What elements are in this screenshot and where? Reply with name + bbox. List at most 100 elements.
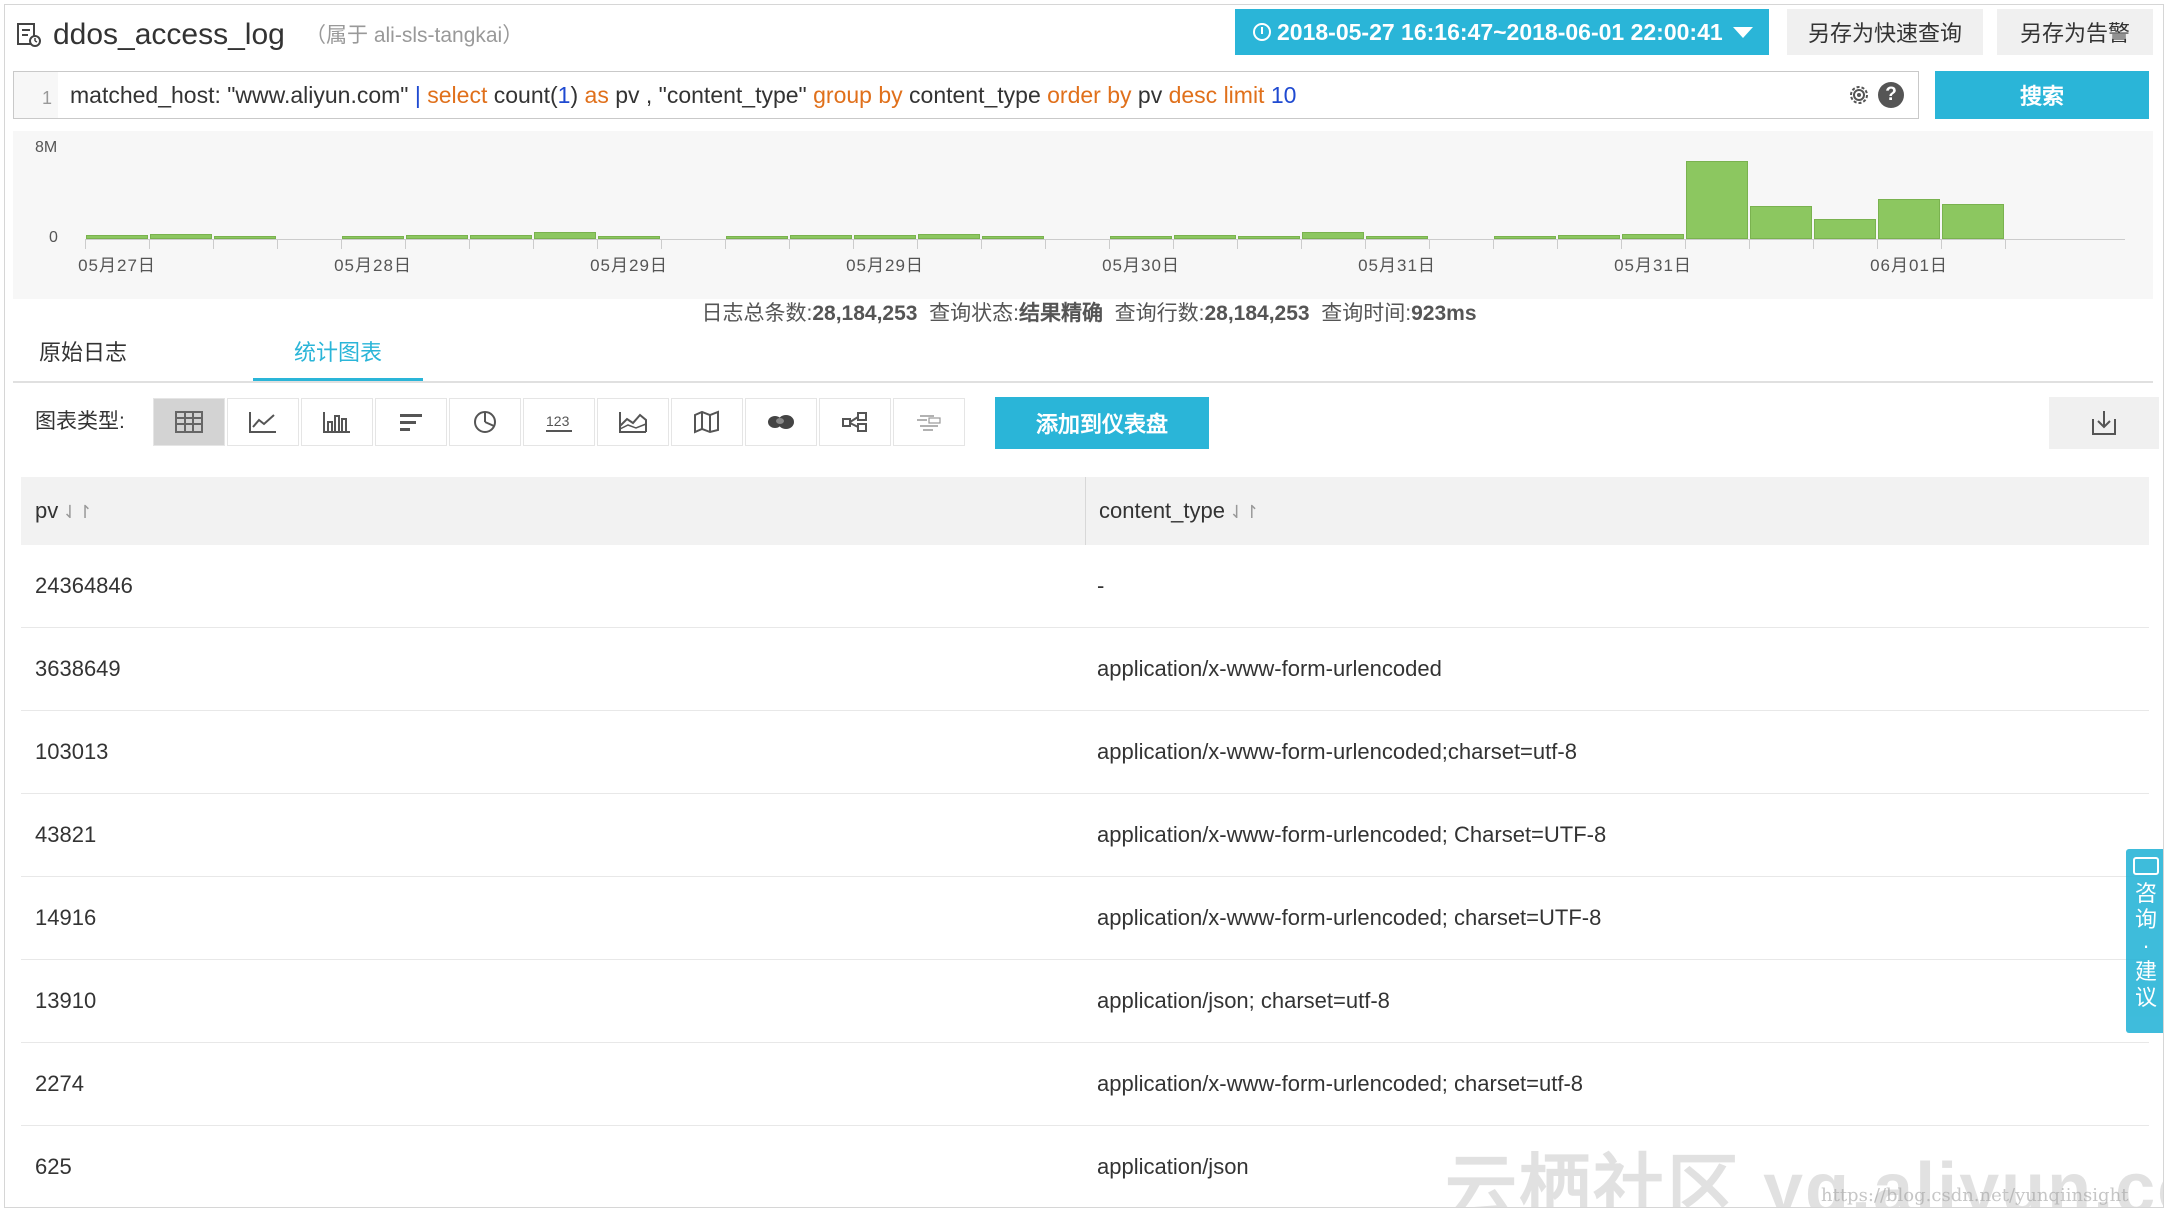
horizontal-bar-icon[interactable] xyxy=(375,398,447,446)
number-icon[interactable]: 123 xyxy=(523,398,595,446)
histogram-bar[interactable] xyxy=(534,232,596,239)
x-tick xyxy=(725,239,726,249)
flow-graph-icon[interactable] xyxy=(819,398,891,446)
x-tick xyxy=(1493,239,1494,249)
cell-content-type: application/x-www-form-urlencoded; chars… xyxy=(1097,1071,1584,1096)
histogram-bar[interactable] xyxy=(1366,236,1428,239)
svg-text:123: 123 xyxy=(546,413,570,429)
histogram-bar[interactable] xyxy=(1878,199,1940,239)
x-axis-line xyxy=(85,239,2125,240)
histogram-bar[interactable] xyxy=(918,234,980,239)
logstore-icon xyxy=(17,23,41,47)
x-tick xyxy=(1877,239,1878,249)
histogram-bar[interactable] xyxy=(790,235,852,239)
time-range-picker[interactable]: 2018-05-27 16:16:47~2018-06-01 22:00:41 xyxy=(1235,9,1769,55)
cell-pv: 43821 xyxy=(35,822,97,847)
column-header-pv[interactable]: pv ⇃↾ xyxy=(35,477,92,545)
cell-pv: 13910 xyxy=(35,988,97,1013)
query-status: 结果精确 xyxy=(1018,302,1103,325)
x-tick xyxy=(1301,239,1302,249)
word-cloud-icon[interactable] xyxy=(893,398,965,446)
download-icon xyxy=(2092,411,2116,435)
histogram-bar[interactable] xyxy=(1174,235,1236,239)
histogram-bar[interactable] xyxy=(982,236,1044,239)
histogram-bar[interactable] xyxy=(1750,206,1812,239)
x-tick xyxy=(213,239,214,249)
cell-pv: 14916 xyxy=(35,905,97,930)
histogram-bar[interactable] xyxy=(598,236,660,239)
histogram-bar[interactable] xyxy=(1302,232,1364,239)
bar-chart-icon[interactable] xyxy=(301,398,373,446)
histogram-bar[interactable] xyxy=(854,235,916,239)
query-text[interactable]: matched_host: "www.aliyun.com" | select … xyxy=(70,72,1296,118)
help-icon[interactable]: ? xyxy=(1878,82,1904,108)
cell-content-type: application/json; charset=utf-8 xyxy=(1097,988,1390,1013)
area-chart-icon[interactable] xyxy=(597,398,669,446)
cell-content-type: application/x-www-form-urlencoded xyxy=(1097,656,1442,681)
line-chart-icon[interactable] xyxy=(227,398,299,446)
x-axis-label: 06月01日 xyxy=(1870,256,1948,275)
histogram-bar[interactable] xyxy=(1686,161,1748,239)
tab-statistics[interactable]: 统计图表 xyxy=(253,325,423,381)
x-tick xyxy=(1557,239,1558,249)
table-header: pv ⇃↾ content_type ⇃↾ xyxy=(21,477,2149,545)
histogram-bar[interactable] xyxy=(150,234,212,239)
time-range-text: 2018-05-27 16:16:47~2018-06-01 22:00:41 xyxy=(1277,18,1723,45)
table-icon[interactable] xyxy=(153,398,225,446)
map-icon[interactable] xyxy=(671,398,743,446)
table-row: 3638649 application/x-www-form-urlencoded xyxy=(21,628,2149,711)
cell-pv: 24364846 xyxy=(35,573,133,598)
chart-type-toolbar: 图表类型: 123 添加到仪表盘 xyxy=(13,395,2159,453)
x-tick xyxy=(277,239,278,249)
add-to-dashboard-button[interactable]: 添加到仪表盘 xyxy=(995,397,1209,449)
table-row: 2274 application/x-www-form-urlencoded; c… xyxy=(21,1043,2149,1126)
y-max-label: 8M xyxy=(35,139,58,156)
histogram-bar[interactable] xyxy=(1238,236,1300,239)
x-tick xyxy=(405,239,406,249)
download-button[interactable] xyxy=(2049,397,2159,449)
x-axis-label: 05月31日 xyxy=(1358,256,1436,275)
total-count: 28,184,253 xyxy=(812,302,918,325)
x-axis-label: 05月29日 xyxy=(590,256,668,275)
heatmap-icon[interactable] xyxy=(745,398,817,446)
result-tabs: 原始日志 统计图表 xyxy=(13,325,2153,383)
save-quick-query-button[interactable]: 另存为快速查询 xyxy=(1787,9,1983,55)
x-tick xyxy=(85,239,86,249)
cell-content-type: application/json xyxy=(1097,1154,1249,1179)
histogram-bar[interactable] xyxy=(1494,236,1556,239)
consult-feedback-widget[interactable]: 咨 询 · 建 议 xyxy=(2126,849,2163,1033)
column-header-content-type[interactable]: content_type ⇃↾ xyxy=(1099,477,1259,545)
cell-pv: 3638649 xyxy=(35,656,121,681)
x-tick xyxy=(1109,239,1110,249)
histogram-bar[interactable] xyxy=(406,235,468,239)
x-tick xyxy=(533,239,534,249)
column-divider[interactable] xyxy=(1085,477,1086,545)
gear-icon[interactable] xyxy=(1846,82,1872,108)
histogram-bar[interactable] xyxy=(1110,236,1172,239)
x-tick xyxy=(981,239,982,249)
query-editor[interactable]: 1 matched_host: "www.aliyun.com" | selec… xyxy=(13,71,1919,119)
histogram-bar[interactable] xyxy=(470,235,532,239)
histogram-bar[interactable] xyxy=(214,236,276,239)
x-tick xyxy=(661,239,662,249)
histogram-bar[interactable] xyxy=(726,236,788,239)
histogram-bar[interactable] xyxy=(1814,219,1876,239)
pie-chart-icon[interactable] xyxy=(449,398,521,446)
histogram-bar[interactable] xyxy=(1622,234,1684,239)
histogram-bar[interactable] xyxy=(342,236,404,239)
histogram-bar[interactable] xyxy=(1942,204,2004,239)
x-axis-label: 05月27日 xyxy=(78,256,156,275)
table-row: 13910 application/json; charset=utf-8 xyxy=(21,960,2149,1043)
histogram-bar[interactable] xyxy=(86,235,148,239)
x-tick xyxy=(853,239,854,249)
tab-raw-logs[interactable]: 原始日志 xyxy=(13,325,153,381)
save-alert-button[interactable]: 另存为告警 xyxy=(1997,9,2153,55)
search-button[interactable]: 搜索 xyxy=(1935,71,2149,119)
histogram-bar[interactable] xyxy=(1558,235,1620,239)
x-tick xyxy=(149,239,150,249)
sort-icon[interactable]: ⇃↾ xyxy=(1229,478,1259,546)
x-tick xyxy=(1621,239,1622,249)
query-rows: 28,184,253 xyxy=(1204,302,1310,325)
sort-icon[interactable]: ⇃↾ xyxy=(62,478,92,546)
x-tick xyxy=(1365,239,1366,249)
